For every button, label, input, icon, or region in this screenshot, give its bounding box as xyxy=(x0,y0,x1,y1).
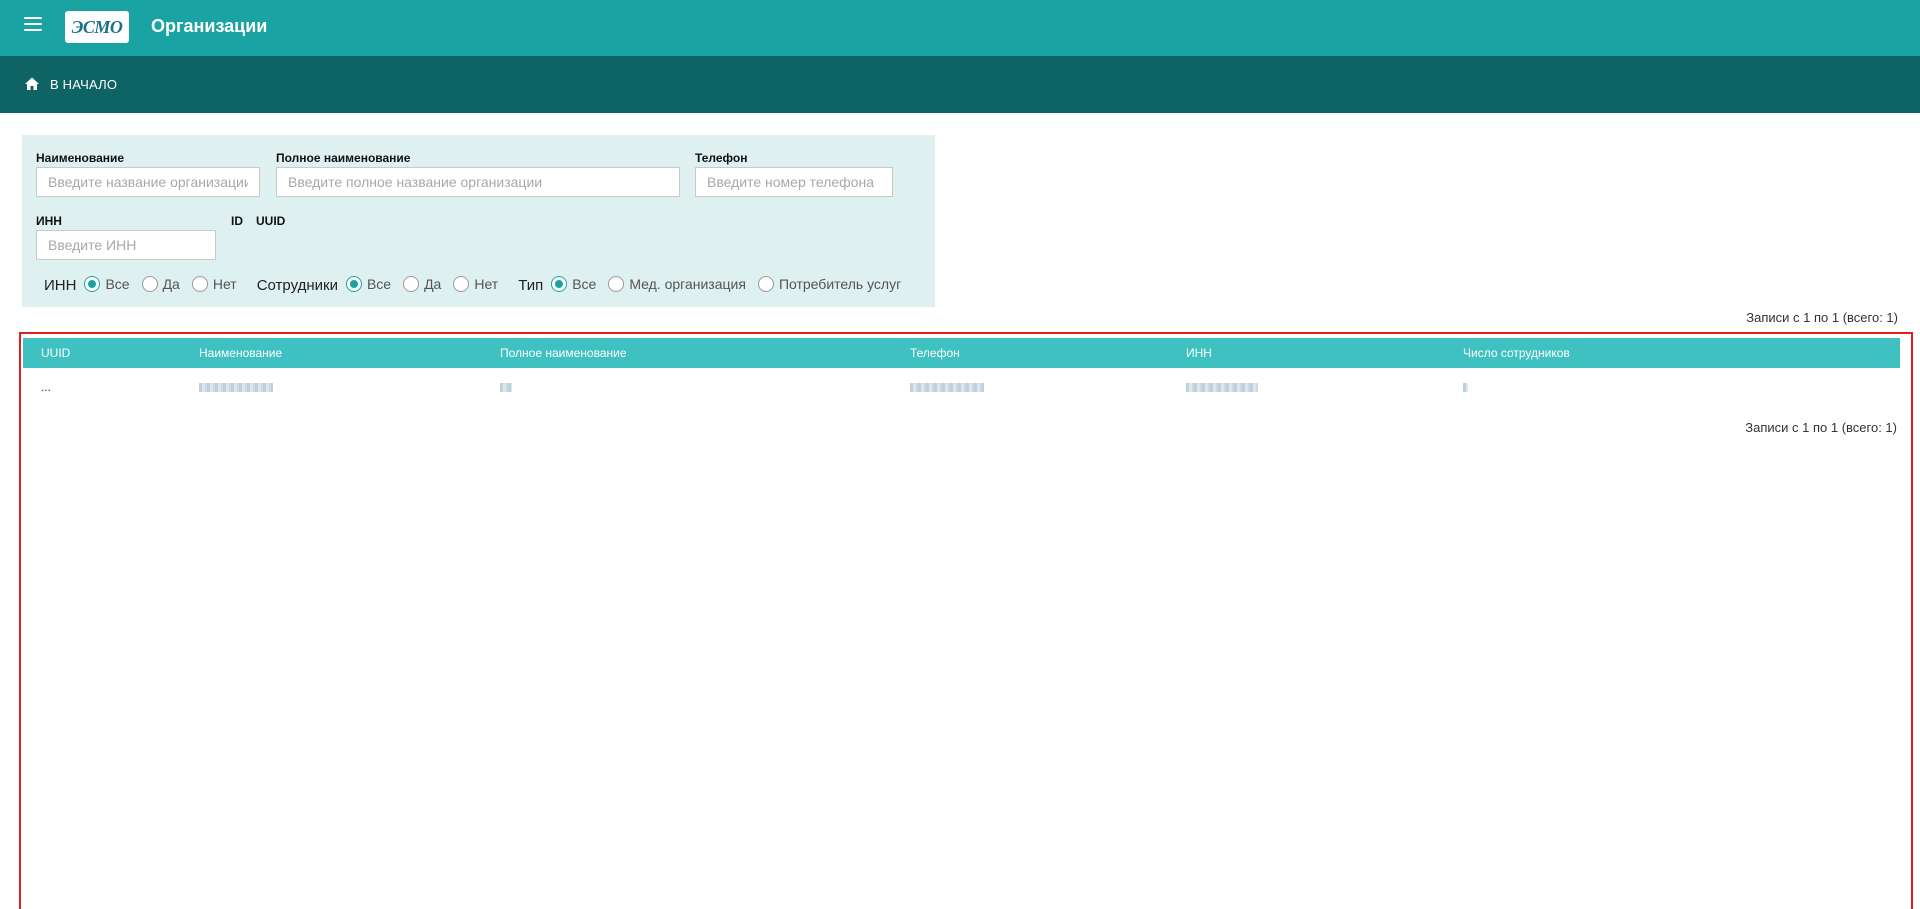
full-name-filter-label: Полное наименование xyxy=(276,151,411,165)
column-header-employee-count[interactable]: Число сотрудников xyxy=(1463,346,1570,360)
hamburger-menu-icon[interactable] xyxy=(24,17,42,31)
grid-header: UUID Наименование Полное наименование Те… xyxy=(23,338,1900,368)
inn-radio-group-title: ИНН xyxy=(44,276,77,294)
breadcrumb-bar: В НАЧАЛО xyxy=(0,56,1920,113)
inn-filter-input[interactable] xyxy=(36,230,216,260)
column-header-full-name[interactable]: Полное наименование xyxy=(500,346,627,360)
uuid-filter-label: UUID xyxy=(256,214,286,228)
cell-inn-redacted xyxy=(1186,383,1258,392)
phone-filter-input[interactable] xyxy=(695,167,893,197)
radio-filters: ИНН Все Да Нет Сотрудники Все Да Нет Тип… xyxy=(22,272,913,296)
organizations-grid: UUID Наименование Полное наименование Те… xyxy=(19,332,1913,909)
column-header-name[interactable]: Наименование xyxy=(199,346,282,360)
id-filter-label: ID xyxy=(231,214,243,228)
column-header-phone[interactable]: Телефон xyxy=(910,346,960,360)
type-radio-group-title: Тип xyxy=(518,276,544,294)
column-header-uuid[interactable]: UUID xyxy=(41,346,70,360)
inn-radio-all[interactable]: Все xyxy=(84,276,130,292)
cell-uuid: ... xyxy=(41,380,52,394)
employees-radio-yes[interactable]: Да xyxy=(403,276,441,292)
type-radio-group: Тип Все Мед. организация Потребитель усл… xyxy=(518,276,913,294)
home-link[interactable]: В НАЧАЛО xyxy=(24,76,117,92)
column-header-inn[interactable]: ИНН xyxy=(1186,346,1212,360)
cell-phone-redacted xyxy=(910,383,984,392)
logo-text: ЭСМО xyxy=(71,16,123,37)
cell-full-name-redacted xyxy=(500,383,512,392)
employees-radio-group: Сотрудники Все Да Нет xyxy=(256,276,511,294)
home-icon xyxy=(25,77,39,90)
inn-radio-group: ИНН Все Да Нет xyxy=(44,276,249,294)
page-title: Организации xyxy=(151,16,268,36)
inn-radio-yes[interactable]: Да xyxy=(141,276,180,292)
inn-filter-label: ИНН xyxy=(36,214,62,228)
employees-radio-group-title: Сотрудники xyxy=(256,276,338,294)
records-count-bottom: Записи с 1 по 1 (всего: 1) xyxy=(1745,420,1897,435)
phone-filter-label: Телефон xyxy=(695,151,748,165)
type-radio-all[interactable]: Все xyxy=(551,276,596,292)
top-app-bar: ЭСМО Организации xyxy=(0,0,1920,56)
employees-radio-all[interactable]: Все xyxy=(345,276,391,292)
type-radio-med-org[interactable]: Мед. организация xyxy=(608,276,746,292)
name-filter-input[interactable] xyxy=(36,167,260,197)
employees-radio-no[interactable]: Нет xyxy=(453,276,498,292)
full-name-filter-input[interactable] xyxy=(276,167,680,197)
home-link-label: В НАЧАЛО xyxy=(50,76,118,92)
table-row[interactable]: ... xyxy=(23,370,1900,398)
cell-name-redacted xyxy=(199,383,273,392)
records-count-top: Записи с 1 по 1 (всего: 1) xyxy=(1746,310,1898,325)
inn-radio-no[interactable]: Нет xyxy=(191,276,237,292)
cell-employee-count-redacted xyxy=(1463,383,1468,392)
logo[interactable]: ЭСМО xyxy=(65,11,129,43)
name-filter-label: Наименование xyxy=(36,151,125,165)
type-radio-consumer[interactable]: Потребитель услуг xyxy=(757,276,901,292)
